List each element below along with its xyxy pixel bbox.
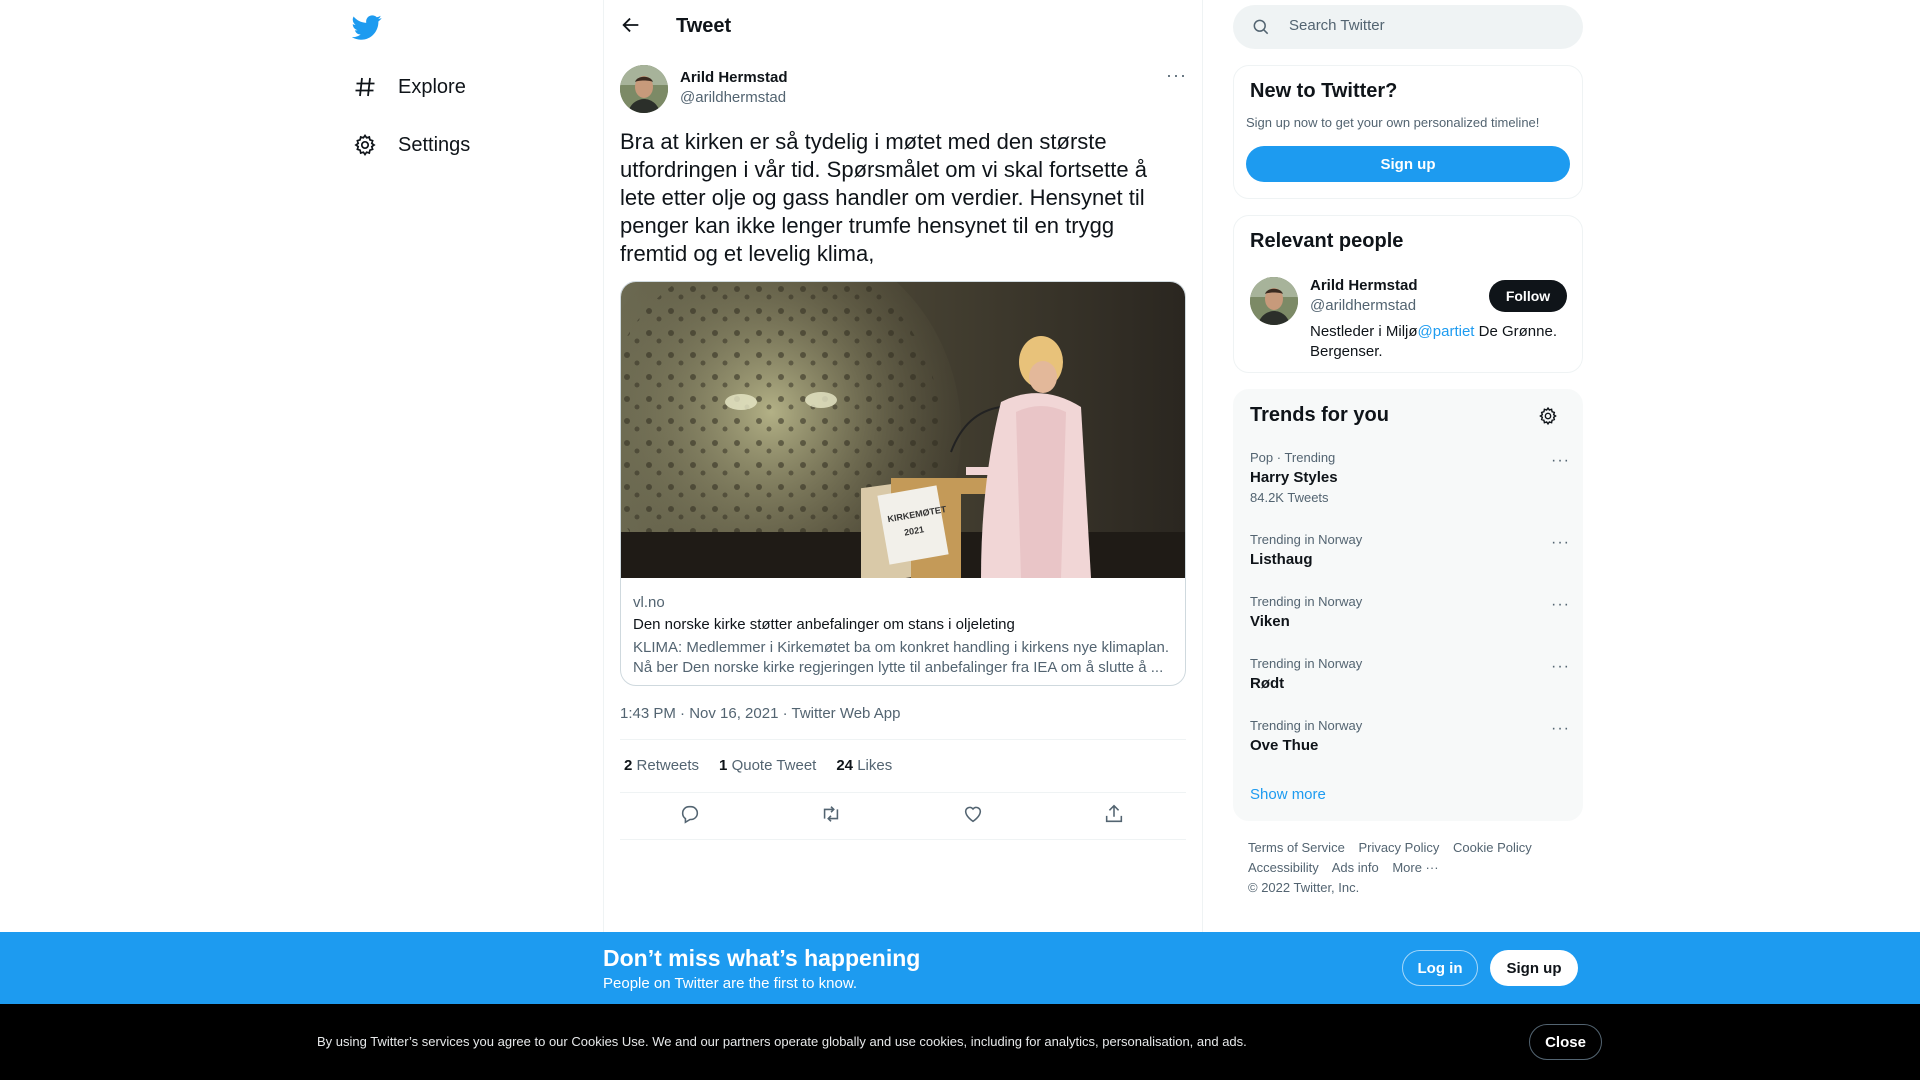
person-name[interactable]: Arild Hermstad <box>1310 277 1418 294</box>
bio-mention-link[interactable]: @partiet <box>1418 323 1475 340</box>
quotes-count: 1 <box>719 757 728 774</box>
nav-item-settings[interactable]: Settings <box>352 125 470 165</box>
footer-link[interactable]: Cookie Policy <box>1453 840 1532 855</box>
footer-links: Terms of Service Privacy Policy Cookie P… <box>1248 838 1578 898</box>
retweets-count: 2 <box>624 757 633 774</box>
avatar[interactable] <box>1250 277 1298 325</box>
cookie-text: By using Twitter’s services you agree to… <box>317 1034 1247 1049</box>
panel-title: New to Twitter? <box>1250 80 1398 102</box>
cookie-bar: By using Twitter’s services you agree to… <box>0 1004 1920 1080</box>
quotes-stat[interactable]: 1 Quote Tweet <box>719 757 816 774</box>
trend-meta: Trending in Norway <box>1250 594 1363 609</box>
person-handle[interactable]: @arildhermstad <box>1310 297 1416 314</box>
author-name[interactable]: Arild Hermstad <box>680 69 788 86</box>
reply-icon[interactable] <box>679 803 703 827</box>
trends-panel: Trends for you Pop · Trending Harry Styl… <box>1233 389 1583 821</box>
person-bio: Nestleder i Miljø@partiet De Grønne. Ber… <box>1310 322 1574 362</box>
gear-icon[interactable] <box>1538 406 1558 426</box>
tweet-actions <box>620 803 1186 827</box>
tweet-stats: 2 Retweets 1 Quote Tweet 24 Likes <box>624 757 892 774</box>
trend-meta: Pop · Trending <box>1250 450 1336 465</box>
tweet-timestamp[interactable]: 1:43 PM · Nov 16, 2021 · Twitter Web App <box>620 705 900 722</box>
retweets-label: Retweets <box>636 757 700 774</box>
trend-item[interactable]: Trending in Norway Rødt ··· <box>1250 656 1570 692</box>
close-button[interactable]: Close <box>1529 1024 1602 1060</box>
share-icon[interactable] <box>1103 803 1127 827</box>
likes-label: Likes <box>857 757 893 774</box>
trend-name: Rødt <box>1250 675 1285 692</box>
card-description: KLIMA: Medlemmer i Kirkemøtet ba om konk… <box>633 639 1170 676</box>
retweets-stat[interactable]: 2 Retweets <box>624 757 699 774</box>
new-to-twitter-panel: New to Twitter? Sign up now to get your … <box>1233 65 1583 199</box>
hashtag-icon <box>352 74 378 100</box>
more-icon[interactable]: ··· <box>1551 452 1570 470</box>
nav-item-explore[interactable]: Explore <box>352 67 466 107</box>
footer-link[interactable]: Accessibility <box>1248 860 1319 875</box>
search-icon <box>1251 17 1271 37</box>
trend-count: 84.2K Tweets <box>1250 490 1329 505</box>
signup-button[interactable]: Sign up <box>1246 146 1570 182</box>
quotes-label: Quote Tweet <box>731 757 817 774</box>
panel-subtitle: Sign up now to get your own personalized… <box>1246 115 1540 130</box>
divider <box>620 792 1186 793</box>
trend-name: Viken <box>1250 613 1290 630</box>
trend-name: Harry Styles <box>1250 469 1338 486</box>
trend-item[interactable]: Trending in Norway Viken ··· <box>1250 594 1570 630</box>
twitter-bird-icon[interactable] <box>351 12 382 42</box>
trend-meta: Trending in Norway <box>1250 532 1363 547</box>
signup-banner: Don’t miss what’s happening People on Tw… <box>0 932 1920 1004</box>
footer-link[interactable]: Terms of Service <box>1248 840 1345 855</box>
likes-stat[interactable]: 24 Likes <box>836 757 892 774</box>
author-handle[interactable]: @arildhermstad <box>680 89 786 106</box>
panel-title: Relevant people <box>1250 230 1404 252</box>
signup-button[interactable]: Sign up <box>1490 950 1578 986</box>
trend-meta: Trending in Norway <box>1250 656 1363 671</box>
trend-item[interactable]: Trending in Norway Listhaug ··· <box>1250 532 1570 568</box>
trend-name: Listhaug <box>1250 551 1313 568</box>
panel-title: Trends for you <box>1250 404 1389 426</box>
trend-name: Ove Thue <box>1250 737 1319 754</box>
avatar[interactable] <box>620 65 668 113</box>
main-column: Tweet Arild Hermstad @arildhermstad ··· … <box>603 0 1203 1080</box>
search-bar[interactable] <box>1233 5 1583 49</box>
likes-count: 24 <box>836 757 854 774</box>
link-card[interactable]: KIRKEMØTET 2021 vl.no Den norske kirke s… <box>620 281 1186 686</box>
footer-link[interactable]: Privacy Policy <box>1358 840 1439 855</box>
more-icon[interactable]: ··· <box>1551 596 1570 614</box>
bio-text: Nestleder i Miljø <box>1310 323 1418 340</box>
tweet: Arild Hermstad @arildhermstad ··· Bra at… <box>620 65 1186 840</box>
like-icon[interactable] <box>962 803 986 827</box>
login-button[interactable]: Log in <box>1402 950 1478 986</box>
relevant-people-panel: Relevant people Arild Hermstad @arildher… <box>1233 215 1583 373</box>
trend-meta: Trending in Norway <box>1250 718 1363 733</box>
follow-button[interactable]: Follow <box>1489 280 1567 312</box>
banner-title: Don’t miss what’s happening <box>603 945 921 971</box>
more-icon[interactable]: ··· <box>1166 66 1186 89</box>
tweet-header: Tweet <box>604 0 1202 53</box>
footer-link[interactable]: More ··· <box>1392 860 1438 875</box>
search-input[interactable] <box>1289 17 1559 34</box>
gear-icon <box>352 132 378 158</box>
nav-item-label: Explore <box>398 75 466 98</box>
more-icon[interactable]: ··· <box>1551 534 1570 552</box>
banner-subtitle: People on Twitter are the first to know. <box>603 975 858 992</box>
copyright: © 2022 Twitter, Inc. <box>1248 880 1360 895</box>
page-title: Tweet <box>676 15 732 37</box>
tweet-text: Bra at kirken er så tydelig i møtet med … <box>620 129 1147 266</box>
card-image: KIRKEMØTET 2021 <box>621 282 1185 632</box>
trend-item[interactable]: Pop · Trending Harry Styles 84.2K Tweets… <box>1250 450 1570 505</box>
more-icon[interactable]: ··· <box>1551 658 1570 676</box>
show-more-link[interactable]: Show more <box>1250 786 1326 803</box>
footer-link[interactable]: Ads info <box>1332 860 1379 875</box>
more-icon[interactable]: ··· <box>1551 720 1570 738</box>
arrow-left-icon[interactable] <box>620 14 644 38</box>
divider <box>620 739 1186 740</box>
card-title: Den norske kirke støtter anbefalinger om… <box>633 616 1015 633</box>
divider <box>620 839 1186 840</box>
nav-item-label: Settings <box>398 133 471 156</box>
trend-item[interactable]: Trending in Norway Ove Thue ··· <box>1250 718 1570 754</box>
retweet-icon[interactable] <box>820 803 844 827</box>
tweet-author: Arild Hermstad @arildhermstad ··· <box>620 65 1186 117</box>
card-domain: vl.no <box>633 594 665 611</box>
